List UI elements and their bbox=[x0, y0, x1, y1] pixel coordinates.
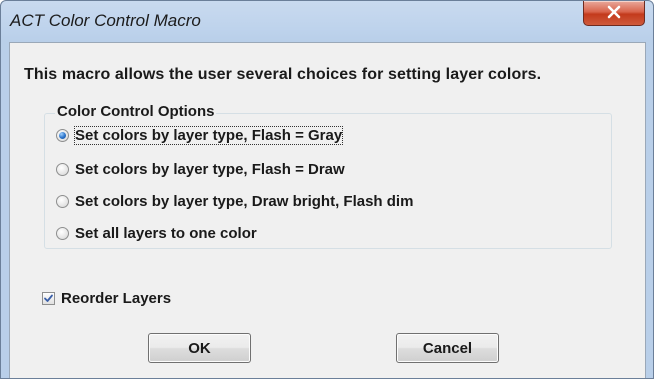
close-button[interactable] bbox=[583, 1, 645, 26]
reorder-layers-checkbox[interactable] bbox=[42, 291, 55, 305]
radio-label: Set colors by layer type, Flash = Draw bbox=[75, 160, 345, 178]
checkmark-icon bbox=[44, 294, 53, 302]
radio-button-icon[interactable] bbox=[56, 194, 69, 208]
ok-button[interactable]: OK bbox=[148, 333, 251, 363]
reorder-layers-checkbox-row[interactable]: Reorder Layers bbox=[42, 288, 171, 308]
radio-button-selected-icon[interactable] bbox=[56, 128, 69, 142]
radio-label: Set colors by layer type, Draw bright, F… bbox=[75, 192, 414, 210]
reorder-layers-label: Reorder Layers bbox=[61, 289, 172, 307]
radio-option-flash-draw[interactable]: Set colors by layer type, Flash = Draw bbox=[56, 159, 345, 179]
radio-option-flash-gray[interactable]: Set colors by layer type, Flash = Gray bbox=[56, 125, 344, 145]
close-icon bbox=[607, 5, 621, 19]
group-legend: Color Control Options bbox=[55, 103, 217, 120]
radio-option-one-color[interactable]: Set all layers to one color bbox=[56, 223, 257, 243]
radio-label: Set colors by layer type, Flash = Gray bbox=[73, 125, 344, 145]
radio-label: Set all layers to one color bbox=[75, 224, 257, 242]
title-bar[interactable]: ACT Color Control Macro bbox=[1, 1, 653, 41]
dialog-description: This macro allows the user several choic… bbox=[24, 66, 542, 83]
window-title: ACT Color Control Macro bbox=[10, 11, 201, 30]
radio-button-icon[interactable] bbox=[56, 162, 69, 176]
radio-button-icon[interactable] bbox=[56, 226, 69, 240]
radio-option-draw-bright-flash-dim[interactable]: Set colors by layer type, Draw bright, F… bbox=[56, 191, 413, 211]
cancel-button[interactable]: Cancel bbox=[396, 333, 499, 363]
